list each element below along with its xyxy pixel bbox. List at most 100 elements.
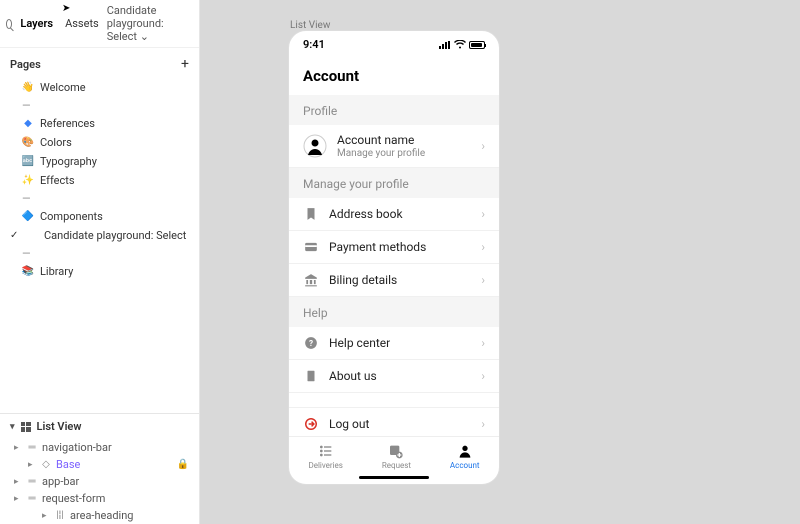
page-item[interactable]: ◆References	[0, 114, 199, 133]
page-item[interactable]: ✨ Effects	[0, 171, 199, 190]
page-label: Candidate playground: Select	[44, 229, 186, 242]
request-icon	[388, 443, 404, 459]
layer-name: navigation-bar	[42, 441, 112, 454]
tab-assets[interactable]: Assets	[61, 15, 103, 32]
status-bar: 9:41	[289, 31, 499, 55]
tab-layers[interactable]: Layers	[16, 15, 57, 32]
person-icon	[303, 134, 327, 158]
doc-icon	[303, 368, 319, 384]
layer-type-icon: ═	[26, 493, 38, 504]
page-icon: 🎨	[22, 137, 34, 149]
wifi-icon	[454, 40, 466, 49]
chevron-down-icon: ⌄	[140, 30, 149, 43]
tab-label: Request	[382, 461, 411, 470]
layer-type-icon: ═	[26, 442, 38, 453]
layers-tree: ▸═navigation-bar▸◇Base🔒▸═app-bar▸═reques…	[0, 439, 199, 524]
page-item[interactable]: 👋Welcome	[0, 78, 199, 97]
chevron-right-icon: ›	[481, 369, 485, 383]
row-title: Account name	[337, 133, 471, 147]
layer-name: app-bar	[42, 475, 79, 488]
tab-account[interactable]: Account	[450, 443, 480, 470]
layer-type-icon: ═	[26, 476, 38, 487]
lock-icon[interactable]: 🔒	[177, 459, 189, 470]
group-header: Help	[289, 297, 499, 327]
grid-icon	[21, 422, 31, 432]
page-icon: ✨	[22, 175, 34, 187]
list-row[interactable]: Biling details ›	[289, 264, 499, 297]
tab-deliveries[interactable]: Deliveries	[308, 443, 342, 470]
chevron-right-icon[interactable]: ▸	[14, 477, 22, 487]
layer-row[interactable]: ▸ ═ request-form	[0, 490, 199, 507]
chevron-down-icon[interactable]: ▾	[10, 422, 15, 432]
card-icon	[303, 239, 319, 255]
page-icon: 🔤	[22, 156, 34, 168]
page-item[interactable]: 🎨 Colors	[0, 133, 199, 152]
layers-title: List View	[37, 420, 82, 433]
list-row[interactable]: Account nameManage your profile›	[289, 125, 499, 168]
layer-row[interactable]: ▸◇Base🔒	[0, 456, 199, 473]
bank-icon	[303, 272, 319, 288]
pages-list: 👋Welcome—◆References 🎨 Colors 🔤 Typography ✨ E…	[0, 78, 199, 281]
chevron-right-icon: ›	[481, 139, 485, 153]
logout-row[interactable]: Log out ›	[289, 407, 499, 436]
tab-label: Account	[450, 461, 480, 470]
page-label: Library	[40, 265, 73, 278]
page-label: Effects	[40, 174, 75, 187]
chevron-right-icon: ›	[481, 417, 485, 431]
tab-label: Deliveries	[308, 461, 342, 470]
tab-request[interactable]: Request	[382, 443, 411, 470]
layer-row[interactable]: ▸ |¦| area-heading	[0, 507, 199, 524]
help-icon: ?	[303, 335, 319, 351]
row-title: Address book	[329, 207, 471, 221]
mouse-cursor-icon: ➤	[62, 3, 70, 14]
page-selector[interactable]: Candidate playground: Select ⌄	[107, 4, 191, 43]
svg-text:?: ?	[309, 338, 313, 348]
bookmark-icon	[303, 206, 319, 222]
list-row[interactable]: Payment methods›	[289, 231, 499, 264]
chevron-right-icon[interactable]: ▸	[28, 460, 36, 470]
row-title: About us	[329, 369, 471, 383]
page-item[interactable]: ✓Candidate playground: Select	[0, 226, 199, 245]
layer-type-icon: |¦|	[54, 510, 66, 521]
layer-name: request-form	[42, 492, 105, 505]
page-label: Welcome	[40, 81, 86, 94]
page-label: Colors	[40, 136, 72, 149]
add-page-button[interactable]: +	[181, 56, 189, 72]
row-title: Biling details	[329, 273, 471, 287]
group-header: Manage your profile	[289, 168, 499, 198]
layers-header: ▾ List View	[0, 414, 199, 439]
page-icon	[26, 230, 38, 242]
chevron-right-icon: ›	[481, 240, 485, 254]
page-icon: 🔷	[22, 211, 34, 223]
page-item[interactable]: 🔤 Typography	[0, 152, 199, 171]
signal-icon	[439, 41, 451, 49]
chevron-right-icon[interactable]: ▸	[14, 443, 22, 453]
layer-name: area-heading	[70, 509, 133, 522]
chevron-right-icon[interactable]: ▸	[42, 511, 50, 521]
list-row[interactable]: ?Help center›	[289, 327, 499, 360]
tab-bar: Deliveries Request Account	[289, 436, 499, 472]
phone-frame: 9:41 Account ProfileAccount nameManage y…	[288, 30, 500, 485]
logout-icon	[303, 416, 319, 432]
chevron-right-icon: ›	[481, 273, 485, 287]
canvas[interactable]: List View 9:41 Account ProfileAccount na…	[200, 0, 800, 524]
battery-icon	[469, 41, 485, 49]
page-item[interactable]: 🔷 Components	[0, 207, 199, 226]
page-divider: —	[0, 97, 199, 114]
group-header: Profile	[289, 95, 499, 125]
person-icon	[457, 443, 473, 459]
row-title: Log out	[329, 417, 471, 431]
page-item[interactable]: 📚 Library	[0, 262, 199, 281]
list-row[interactable]: Address book›	[289, 198, 499, 231]
page-label: Typography	[40, 155, 97, 168]
list-row[interactable]: About us ›	[289, 360, 499, 393]
search-icon[interactable]	[6, 19, 12, 29]
page-icon: 📚	[22, 266, 34, 278]
row-title: Help center	[329, 336, 471, 350]
page-label: Components	[40, 210, 103, 223]
home-indicator	[359, 476, 429, 479]
chevron-right-icon[interactable]: ▸	[14, 494, 22, 504]
screen-title: Account	[289, 55, 499, 95]
layer-row[interactable]: ▸ ═ navigation-bar	[0, 439, 199, 456]
layer-row[interactable]: ▸ ═ app-bar	[0, 473, 199, 490]
